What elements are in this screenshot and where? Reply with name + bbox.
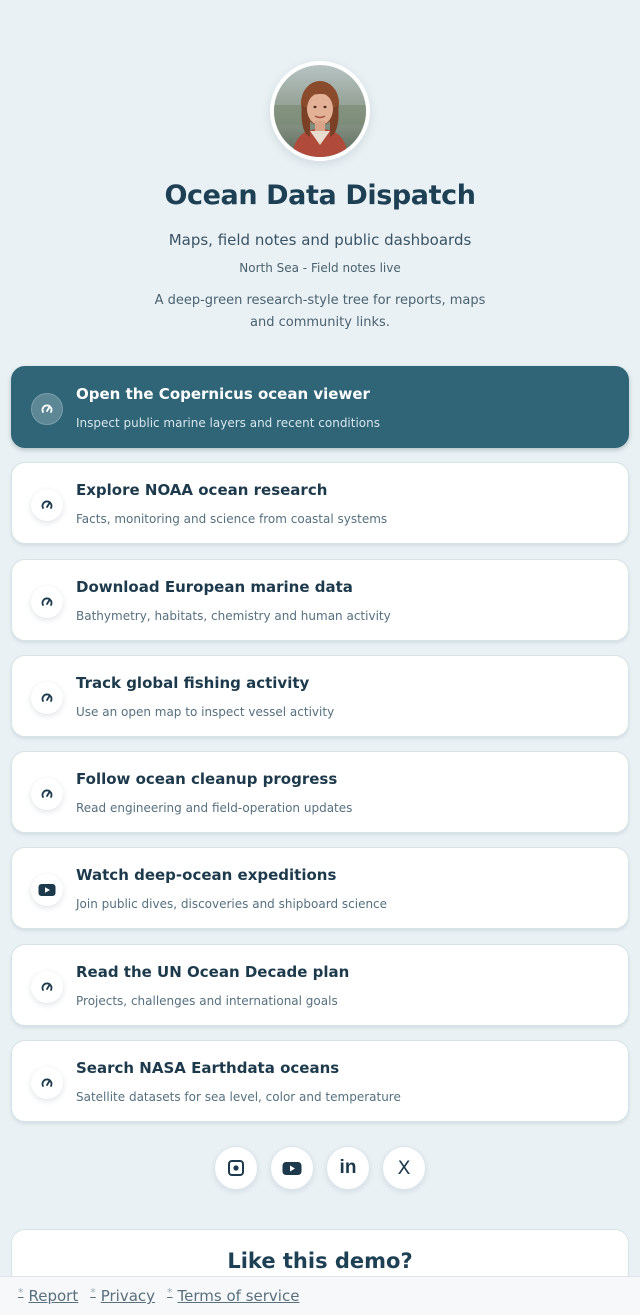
page-title: Ocean Data Dispatch xyxy=(164,180,476,211)
link-title: Follow ocean cleanup progress xyxy=(76,770,338,789)
location-status: North Sea - Field notes live xyxy=(239,261,401,275)
demo-title: Like this demo? xyxy=(227,1249,413,1273)
avatar[interactable] xyxy=(270,61,370,161)
linkedin-icon: in xyxy=(339,1157,357,1178)
link-subtitle: Bathymetry, habitats, chemistry and huma… xyxy=(76,608,391,623)
privacy-link[interactable]: * Privacy xyxy=(90,1286,156,1306)
instagram-icon xyxy=(228,1160,244,1176)
link-ocean-cleanup[interactable]: Follow ocean cleanup progress Read engin… xyxy=(11,751,629,834)
report-link[interactable]: * Report xyxy=(18,1286,79,1306)
link-nasa-earthdata[interactable]: Search NASA Earthdata oceans Satellite d… xyxy=(11,1040,629,1123)
x-icon: X xyxy=(397,1157,411,1179)
profile-description: A deep-green research-style tree for rep… xyxy=(154,293,486,330)
link-european-marine-data[interactable]: Download European marine data Bathymetry… xyxy=(11,558,629,641)
link-title: Explore NOAA ocean research xyxy=(76,481,328,500)
gauge-icon xyxy=(31,489,63,522)
youtube-icon xyxy=(282,1161,302,1175)
link-fishing-activity[interactable]: Track global fishing activity Use an ope… xyxy=(11,654,629,737)
gauge-icon xyxy=(31,1067,63,1100)
link-subtitle: Join public dives, discoveries and shipb… xyxy=(76,897,388,912)
link-un-ocean-decade[interactable]: Read the UN Ocean Decade plan Projects, … xyxy=(11,943,629,1026)
link-deep-ocean-expeditions[interactable]: Watch deep-ocean expeditions Join public… xyxy=(11,847,629,930)
link-title: Download European marine data xyxy=(76,577,353,596)
gauge-icon xyxy=(31,585,63,618)
footer: * Report * Privacy * Terms of service xyxy=(0,1276,640,1315)
link-title: Open the Copernicus ocean viewer xyxy=(76,385,370,403)
link-subtitle: Read engineering and field-operation upd… xyxy=(76,801,353,816)
gauge-icon xyxy=(31,393,63,425)
link-title: Track global fishing activity xyxy=(76,673,310,692)
link-subtitle: Projects, challenges and international g… xyxy=(76,993,338,1008)
terms-link[interactable]: * Terms of service xyxy=(167,1286,300,1306)
profile-photo xyxy=(274,65,366,157)
link-copernicus-viewer[interactable]: Open the Copernicus ocean viewer Inspect… xyxy=(11,366,629,448)
page: Ocean Data Dispatch Maps, field notes an… xyxy=(0,0,640,1315)
youtube-button[interactable] xyxy=(270,1146,314,1190)
link-title: Read the UN Ocean Decade plan xyxy=(76,962,350,981)
gauge-icon xyxy=(31,970,63,1003)
link-subtitle: Satellite datasets for sea level, color … xyxy=(76,1090,401,1105)
privacy-label: Privacy xyxy=(100,1287,156,1305)
gauge-icon xyxy=(31,778,63,811)
star-icon: * xyxy=(167,1286,173,1299)
star-icon: * xyxy=(90,1286,96,1299)
star-icon: * xyxy=(18,1286,24,1299)
instagram-button[interactable] xyxy=(214,1146,258,1190)
terms-label: Terms of service xyxy=(177,1287,300,1305)
link-subtitle: Use an open map to inspect vessel activi… xyxy=(76,704,335,719)
report-label: Report xyxy=(28,1287,79,1305)
link-subtitle: Inspect public marine layers and recent … xyxy=(76,416,381,430)
x-button[interactable]: X xyxy=(382,1146,426,1190)
link-noaa-research[interactable]: Explore NOAA ocean research Facts, monit… xyxy=(11,462,629,545)
profile-subtitle: Maps, field notes and public dashboards xyxy=(168,231,472,249)
youtube-icon xyxy=(31,874,63,907)
link-title: Search NASA Earthdata oceans xyxy=(76,1059,340,1078)
social-links: in X xyxy=(0,1146,640,1190)
link-list: Open the Copernicus ocean viewer Inspect… xyxy=(11,366,629,1136)
gauge-icon xyxy=(31,681,63,714)
link-subtitle: Facts, monitoring and science from coast… xyxy=(76,512,388,527)
link-title: Watch deep-ocean expeditions xyxy=(76,866,337,885)
linkedin-button[interactable]: in xyxy=(326,1146,370,1190)
